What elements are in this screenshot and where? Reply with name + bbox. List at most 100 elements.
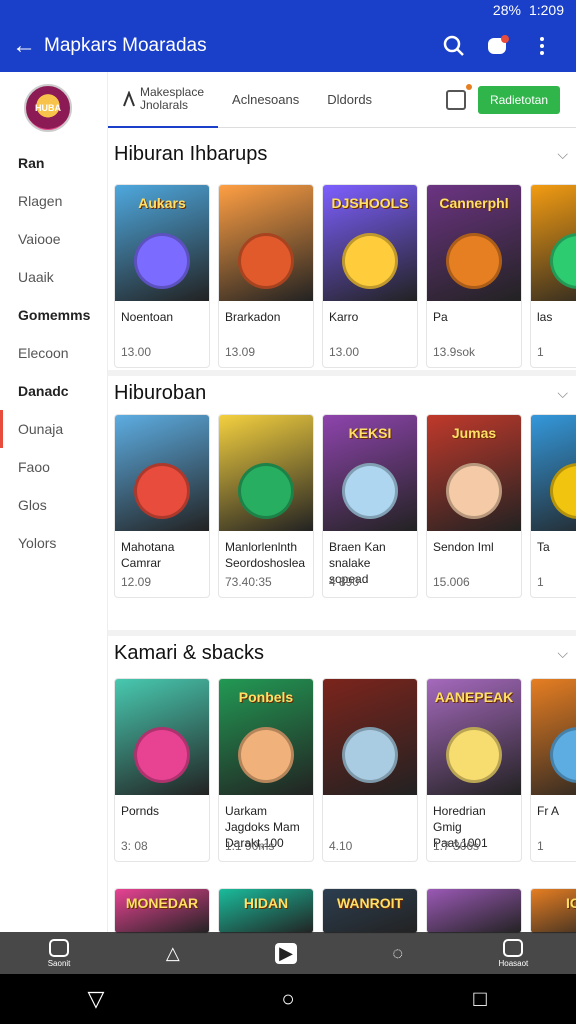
chevron-down-icon[interactable]: ⌵ (557, 146, 568, 163)
app-card[interactable]: DJSHOOLS Karro 13.00 (322, 184, 418, 368)
app-name: Manlorlenlnth Seordoshoslea (225, 540, 306, 570)
app-card[interactable]: AANEPEAK Horedrian Gmig Paat,1001 1.7 306s (426, 678, 522, 862)
sidebar-item[interactable]: Yolors (0, 524, 107, 562)
section-header: Kamari & sbacks ⌵ (108, 630, 576, 670)
tab-marketplace-line2: Jnolarals (140, 97, 189, 112)
app-name: las (537, 310, 553, 324)
app-thumbnail (219, 185, 313, 301)
play-icon: ▶ (275, 942, 297, 964)
app-price: 1:1 90ms (225, 839, 275, 853)
shield-icon (49, 938, 70, 957)
app-card[interactable]: Pornds 3: 08 (114, 678, 210, 862)
thumbnail-title: WANROIT (336, 895, 404, 911)
sidebar-item[interactable]: Elecoon (0, 334, 107, 372)
chevron-down-icon[interactable]: ⌵ (557, 645, 568, 662)
thumbnail-title: Aukars (138, 195, 186, 211)
section-title: Hiburoban (114, 381, 207, 404)
app-card[interactable]: Manlorlenlnth Seordoshoslea 73.40:35 (218, 414, 314, 598)
character-illustration (550, 463, 576, 519)
clock: 1:209 (528, 2, 564, 18)
app-card[interactable]: WANROIT (322, 888, 418, 934)
app-price: 13.9sok (433, 345, 476, 359)
section-3: Kamari & sbacks ⌵ Pornds 3: 08 Ponbels Uark… (108, 630, 576, 862)
sidebar-item[interactable]: Vaiooe (0, 220, 107, 258)
thumbnail-title: HIDAN (243, 895, 289, 911)
app-card[interactable]: las 1 (530, 184, 576, 368)
thumbnail-title: DJSHOOLS (331, 195, 409, 211)
character-illustration (446, 233, 502, 289)
app-thumbnail: MONEDAR (115, 889, 209, 933)
app-name: Brarkadon (225, 310, 281, 324)
app-price: 1 (537, 345, 544, 359)
sidebar-item[interactable]: Faoo (0, 448, 107, 486)
section-title: Kamari & sbacks (114, 641, 265, 664)
sidebar-item[interactable]: Glos (0, 486, 107, 524)
bottom-item-chat[interactable]: ◌ (392, 943, 403, 964)
sidebar-item[interactable]: Danadc (0, 372, 107, 410)
character-illustration (134, 727, 190, 783)
app-card[interactable]: Fr A 1 (530, 678, 576, 862)
shopping-bag-icon[interactable] (445, 83, 472, 110)
tab-2[interactable]: Aclnesoans (218, 72, 313, 128)
character-illustration (446, 727, 502, 783)
bottom-item-cart[interactable]: △ (166, 943, 180, 964)
chevron-down-icon[interactable]: ⌵ (557, 385, 568, 402)
app-thumbnail: Cannerphl (427, 185, 521, 301)
character-illustration (342, 233, 398, 289)
app-name: Sendon Iml (433, 540, 494, 554)
back-arrow-icon[interactable]: ← (12, 32, 44, 60)
character-illustration (134, 463, 190, 519)
app-price: 1 (537, 575, 544, 589)
install-button[interactable]: Radietotan (477, 85, 560, 114)
app-card[interactable]: Cannerphl Pa 13.9sok (426, 184, 522, 368)
app-name: Pa (433, 310, 448, 324)
character-illustration (342, 727, 398, 783)
app-name: Braen Kan snalake sopead (329, 540, 386, 586)
tab-3[interactable]: Dldords (313, 72, 386, 128)
app-card[interactable]: MONEDAR (114, 888, 210, 934)
bottom-item-left[interactable]: Saonit (48, 938, 70, 968)
sidebar-item[interactable]: Uaaik (0, 258, 107, 296)
app-card[interactable]: ICA (530, 888, 576, 934)
bottom-item-play[interactable]: ▶ (275, 942, 297, 964)
section-header: Hiburan Ihbarups ⌵ (108, 134, 576, 174)
more-options-icon[interactable] (520, 24, 564, 68)
tab-marketplace[interactable]: Makesplace Jnolarals (108, 72, 219, 128)
app-price: 1 (537, 839, 544, 853)
app-thumbnail: Jumas (427, 415, 521, 531)
section-1: Hiburan Ihbarups ⌵ Aukars Noentoan 13.00 Br… (108, 134, 576, 368)
app-card[interactable]: KEKSI Braen Kan snalake sopead 4 890 (322, 414, 418, 598)
cart-icon: △ (165, 942, 180, 963)
app-card[interactable]: Brarkadon 13.09 (218, 184, 314, 368)
nav-back-icon[interactable]: ▽ (84, 986, 108, 1011)
app-card[interactable]: 4.10 (322, 678, 418, 862)
character-illustration (238, 727, 294, 783)
bottom-item-right[interactable]: Hoasaot (498, 938, 528, 968)
character-illustration (134, 233, 190, 289)
app-name: Fr A (537, 804, 560, 818)
app-card[interactable]: Jumas Sendon Iml 15.006 (426, 414, 522, 598)
app-thumbnail (531, 415, 576, 531)
nav-recents-icon[interactable]: □ (468, 986, 492, 1011)
app-card[interactable]: HIDAN (218, 888, 314, 934)
app-card[interactable] (426, 888, 522, 934)
app-thumbnail: DJSHOOLS (323, 185, 417, 301)
sidebar-item[interactable]: Ounaja (0, 410, 107, 448)
nav-home-icon[interactable]: ○ (276, 986, 300, 1011)
app-price: 4 890 (329, 575, 360, 589)
section-header: Hiburoban ⌵ (108, 370, 576, 410)
app-card[interactable]: Mahotana Camrar 12.09 (114, 414, 210, 598)
section-4-partial: MONEDAR HIDAN WANROIT ICA (108, 888, 576, 934)
sidebar-item[interactable]: Gomemms (0, 296, 107, 334)
app-card[interactable]: Ponbels Uarkam Jagdoks Mam Darakt,100 1:1 … (218, 678, 314, 862)
app-price: 13.00 (121, 345, 152, 359)
app-thumbnail: WANROIT (323, 889, 417, 933)
sidebar-item[interactable]: Ran (0, 144, 107, 182)
app-thumbnail (531, 679, 576, 795)
app-card[interactable]: Ta 1 (530, 414, 576, 598)
notification-icon[interactable] (476, 24, 520, 68)
sidebar-item[interactable]: Rlagen (0, 182, 107, 220)
app-card[interactable]: Aukars Noentoan 13.00 (114, 184, 210, 368)
search-icon[interactable] (432, 24, 476, 68)
section-2: Hiburoban ⌵ Mahotana Camrar 12.09 Manlorle… (108, 370, 576, 598)
